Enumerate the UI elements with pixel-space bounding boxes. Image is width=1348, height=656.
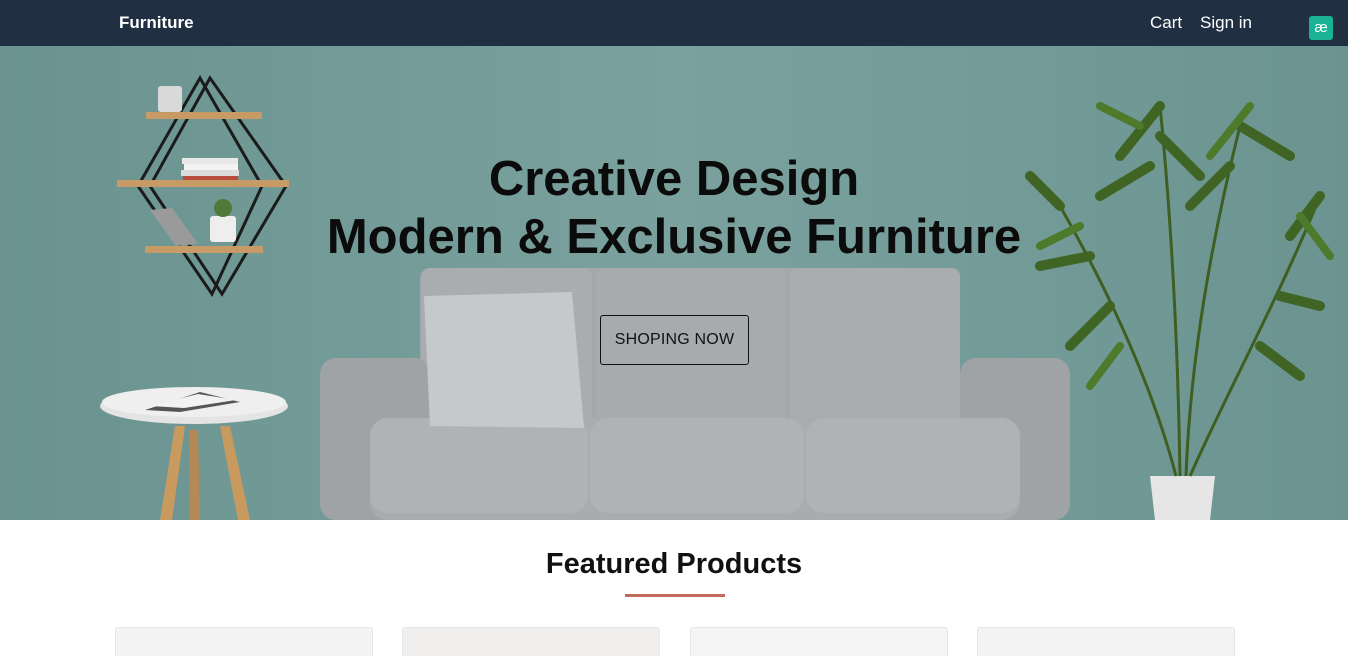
hero-heading: Creative Design Modern & Exclusive Furni… — [0, 150, 1348, 266]
hero-heading-line-1: Creative Design — [488, 152, 860, 206]
extension-badge-icon[interactable]: æ — [1309, 16, 1333, 40]
hero-heading-line-2: Modern & Exclusive Furniture — [326, 210, 1022, 264]
nav-signin-link[interactable]: Sign in — [1200, 13, 1252, 33]
hero-banner: Creative Design Modern & Exclusive Furni… — [0, 46, 1348, 520]
product-card-3[interactable] — [690, 627, 948, 656]
brand-logo-link[interactable]: Furniture — [119, 13, 194, 33]
navbar: Furniture Cart Sign in æ — [0, 0, 1348, 46]
nav-cart-link[interactable]: Cart — [1150, 13, 1182, 33]
hero-background-illustration — [0, 46, 1348, 520]
featured-products-heading: Featured Products — [545, 548, 803, 580]
shop-now-button[interactable]: SHOPING NOW — [600, 315, 749, 365]
product-card-2[interactable] — [402, 627, 660, 656]
product-card-1[interactable] — [115, 627, 373, 656]
product-card-4[interactable] — [977, 627, 1235, 656]
heading-underline-divider — [625, 594, 725, 597]
sofa-illustration — [320, 268, 1070, 520]
